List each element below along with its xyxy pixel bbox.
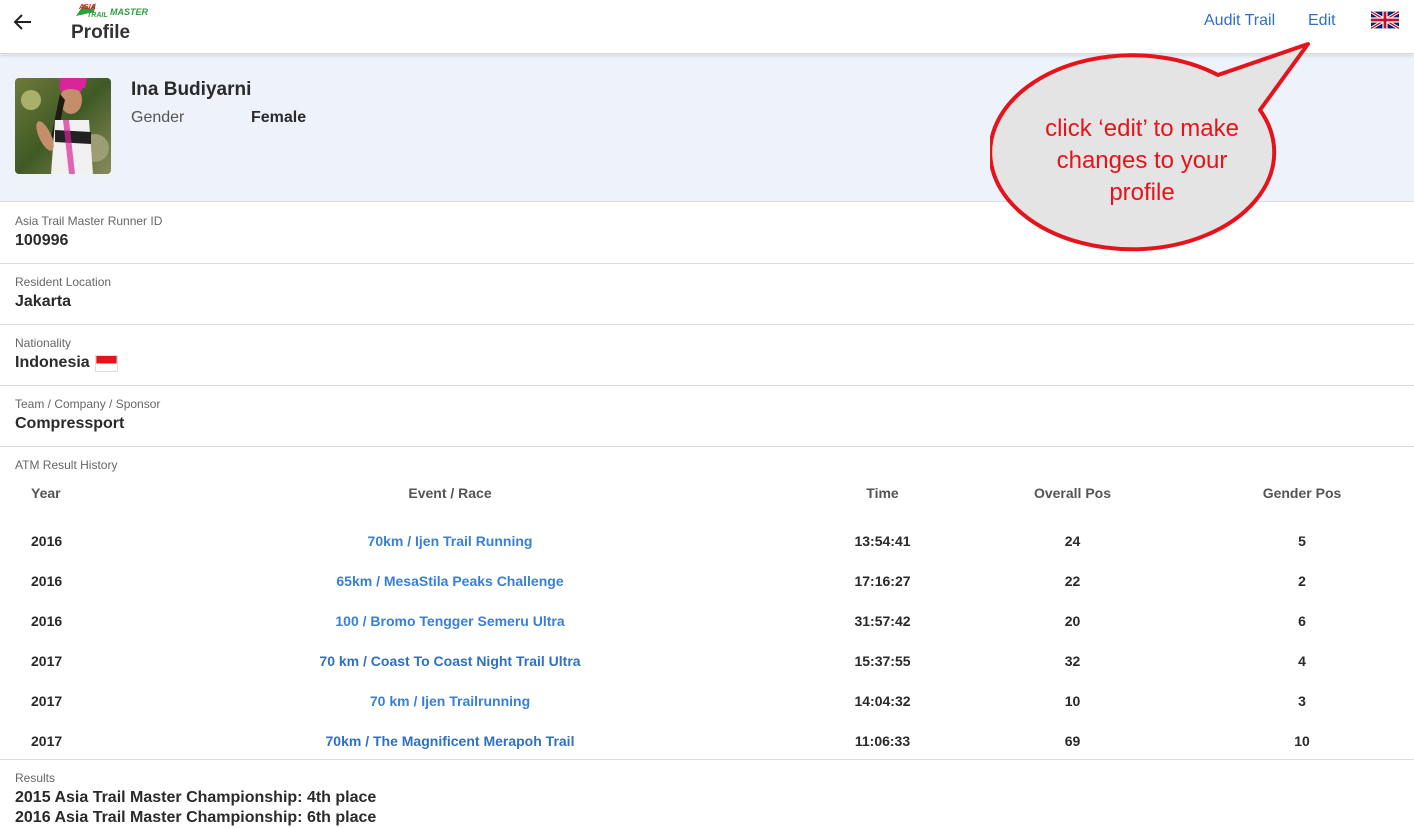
gender-pos-cell: 4 — [1298, 653, 1306, 669]
uk-flag-icon[interactable] — [1371, 11, 1399, 29]
table-row: 2017 70km / The Magnificent Merapoh Trai… — [0, 721, 1414, 761]
page-title: Profile — [71, 22, 131, 43]
event-cell: 70km / The Magnificent Merapoh Trail — [90, 721, 810, 761]
time-cell: 14:04:32 — [854, 693, 911, 709]
event-link[interactable]: 70 km / Coast To Coast Night Trail Ultra — [319, 653, 580, 669]
overall-pos-cell: 10 — [1064, 693, 1081, 709]
svg-text:ASIA: ASIA — [78, 4, 96, 11]
year-cell: 2017 — [31, 653, 63, 669]
overall-pos-cell: 22 — [1064, 573, 1081, 589]
time-cell: 31:57:42 — [854, 613, 911, 629]
event-link[interactable]: 70km / Ijen Trail Running — [368, 533, 533, 549]
time-cell: 17:16:27 — [854, 573, 911, 589]
nationality-value: Indonesia — [15, 354, 90, 371]
runner-name: Ina Budiyarni — [131, 79, 252, 100]
callout-text: click ‘edit’ to make changes to your pro… — [1045, 115, 1239, 206]
event-cell: 70 km / Ijen Trailrunning — [90, 681, 810, 721]
back-button[interactable] — [10, 9, 36, 35]
asia-trail-master-logo: ASIA TRAIL MASTER — [76, 3, 149, 19]
profile-page: ASIA TRAIL MASTER Profile Audit Trail Ed… — [0, 0, 1414, 828]
year-cell: 2017 — [31, 733, 63, 749]
arrow-left-icon — [13, 14, 31, 30]
time-cell: 11:06:33 — [854, 733, 911, 749]
avatar — [15, 78, 111, 174]
overall-pos-cell: 24 — [1064, 533, 1081, 549]
gender-value: Female — [251, 109, 307, 126]
column-header-time: Time — [866, 485, 899, 501]
year-cell: 2016 — [31, 533, 63, 549]
event-cell: 65km / MesaStila Peaks Challenge — [90, 561, 810, 601]
field-value: Compressport — [15, 415, 124, 433]
time-cell: 15:37:55 — [854, 653, 911, 669]
year-cell: 2016 — [31, 613, 63, 629]
field-value: 100996 — [15, 232, 68, 250]
gender-pos-cell: 3 — [1298, 693, 1306, 709]
table-header-row: Year Event / Race Time Overall Pos Gende… — [0, 475, 1414, 515]
event-cell: 100 / Bromo Tengger Semeru Ultra — [90, 601, 810, 641]
indonesia-flag-icon — [94, 354, 118, 372]
team-value: Compressport — [15, 415, 125, 432]
table-row: 2016 70km / Ijen Trail Running 13:54:41 … — [0, 515, 1414, 561]
field-label: Nationality — [15, 336, 72, 350]
column-header-event: Event / Race — [408, 485, 492, 501]
event-link[interactable]: 70km / The Magnificent Merapoh Trail — [326, 733, 575, 749]
event-cell: 70 km / Coast To Coast Night Trail Ultra — [90, 641, 810, 681]
audit-trail-link[interactable]: Audit Trail — [1204, 12, 1275, 30]
column-header-year: Year — [31, 485, 61, 501]
results-table: Year Event / Race Time Overall Pos Gende… — [0, 475, 1414, 761]
gender-pos-cell: 10 — [1294, 733, 1310, 749]
column-header-overall-pos: Overall Pos — [1033, 485, 1112, 501]
field-value: Jakarta — [15, 293, 71, 311]
event-link[interactable]: 70 km / Ijen Trailrunning — [370, 693, 530, 709]
runner-id-value: 100996 — [15, 232, 69, 249]
field-label: Resident Location — [15, 275, 112, 289]
column-header-gender-pos: Gender Pos — [1262, 485, 1342, 501]
result-line: 2015 Asia Trail Master Championship: 4th… — [15, 789, 377, 806]
table-row: 2016 65km / MesaStila Peaks Challenge 17… — [0, 561, 1414, 601]
gender-pos-cell: 2 — [1298, 573, 1306, 589]
location-value: Jakarta — [15, 293, 72, 310]
gender-pos-cell: 5 — [1298, 533, 1306, 549]
team-field: Team / Company / Sponsor Compressport — [0, 386, 1414, 447]
resident-location-field: Resident Location Jakarta — [0, 264, 1414, 325]
svg-text:TRAIL: TRAIL — [87, 12, 108, 19]
overall-pos-cell: 69 — [1064, 733, 1081, 749]
edit-link[interactable]: Edit — [1308, 12, 1336, 30]
gender-pos-cell: 6 — [1298, 613, 1306, 629]
overall-pos-cell: 32 — [1064, 653, 1081, 669]
field-label: Asia Trail Master Runner ID — [15, 214, 163, 228]
gender-label: Gender — [131, 109, 185, 126]
results-label: Results — [15, 771, 56, 785]
result-history: ATM Result History Year Event / Race Tim… — [0, 447, 1414, 760]
time-cell: 13:54:41 — [854, 533, 911, 549]
overall-pos-cell: 20 — [1064, 613, 1081, 629]
table-row: 2017 70 km / Coast To Coast Night Trail … — [0, 641, 1414, 681]
table-row: 2016 100 / Bromo Tengger Semeru Ultra 31… — [0, 601, 1414, 641]
event-link[interactable]: 100 / Bromo Tengger Semeru Ultra — [335, 613, 564, 629]
year-cell: 2016 — [31, 573, 63, 589]
field-value: Indonesia — [15, 354, 118, 372]
table-row: 2017 70 km / Ijen Trailrunning 14:04:32 … — [0, 681, 1414, 721]
field-label: Team / Company / Sponsor — [15, 397, 161, 411]
event-link[interactable]: 65km / MesaStila Peaks Challenge — [336, 573, 563, 589]
year-cell: 2017 — [31, 693, 63, 709]
nationality-field: Nationality Indonesia — [0, 325, 1414, 386]
svg-text:MASTER: MASTER — [110, 7, 149, 17]
history-label: ATM Result History — [15, 458, 118, 472]
event-cell: 70km / Ijen Trail Running — [90, 515, 810, 561]
result-line: 2016 Asia Trail Master Championship: 6th… — [15, 809, 377, 826]
results-section: Results 2015 Asia Trail Master Champions… — [0, 761, 1414, 828]
